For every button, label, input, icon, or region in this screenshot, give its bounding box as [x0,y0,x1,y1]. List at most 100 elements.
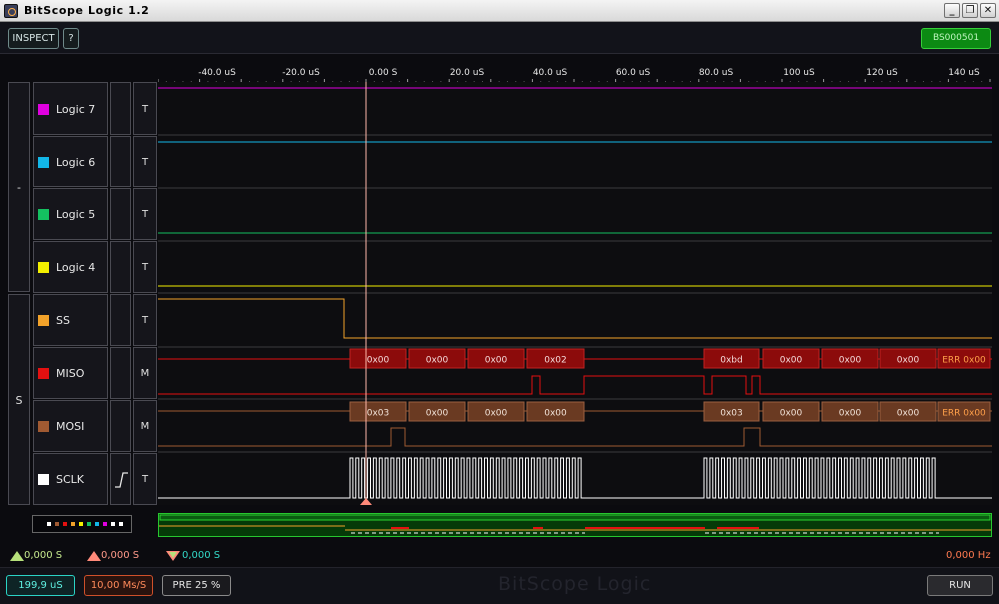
red-cursor-readout: 0,000 S [101,550,140,561]
title-bar: BitScope Logic 1.2 _ ❐ ✕ [0,0,999,22]
overview-channel-dot [87,522,91,526]
time-ruler: -40.0 uS -20.0 uS 0.00 S 20.0 uS 40.0 uS 60.0… [158,56,992,84]
device-serial-button[interactable]: BS000501 [921,28,991,49]
ruler-tick-label: 20.0 uS [449,68,485,78]
trigger-cell-mosi[interactable] [110,400,131,452]
mosi-decode-value: 0x00 [897,409,920,419]
overview-channel-dot [63,522,67,526]
channel-color-swatch[interactable] [38,262,49,273]
ruler-tick-label: 100 uS [783,68,815,78]
ruler-tick-label: 80.0 uS [698,68,734,78]
mode-cell-mosi[interactable]: M [133,400,157,452]
window-title: BitScope Logic 1.2 [24,4,150,17]
channel-label-logic-6[interactable]: Logic 6 [33,136,108,187]
mode-cell-logic-4[interactable]: T [133,241,157,293]
overview-channel-dot [47,522,51,526]
channel-label-logic-5[interactable]: Logic 5 [33,188,108,240]
channel-name: Logic 4 [56,261,96,274]
channel-color-swatch[interactable] [38,474,49,485]
channel-overview-legend [32,515,132,533]
channel-label-logic-7[interactable]: Logic 7 [33,82,108,135]
miso-decode-value: ERR 0x00 [942,356,986,366]
mode-cell-logic-5[interactable]: T [133,188,157,240]
overview-channel-dot [119,522,123,526]
trigger-cell-logic-7[interactable] [110,82,131,135]
trigger-cell-sclk[interactable] [110,453,131,505]
mosi-decode-value: 0x00 [839,409,862,419]
waveform-canvas: 0x00 0x00 0x00 0x02 0xbd 0x00 0x00 0x00 ERR 0x00… [158,82,992,505]
channel-color-swatch[interactable] [38,421,49,432]
miso-decode-value: 0x00 [780,356,803,366]
miso-decode-value: 0x00 [839,356,862,366]
ruler-tick-label: 40.0 uS [532,68,568,78]
mosi-decode-value: 0x00 [780,409,803,419]
channel-color-swatch[interactable] [38,315,49,326]
ruler-tick-label: -40.0 uS [198,68,236,78]
channel-label-mosi[interactable]: MOSI [33,400,108,452]
miso-decode-value: 0xbd [720,356,742,366]
overview-channel-dot [103,522,107,526]
channel-color-swatch[interactable] [38,209,49,220]
close-button[interactable]: ✕ [980,3,996,18]
channel-label-miso[interactable]: MISO [33,347,108,399]
trigger-cell-logic-5[interactable] [110,188,131,240]
mode-cell-miso[interactable]: M [133,347,157,399]
miso-trace [158,375,992,395]
red-cursor-icon [87,551,101,561]
overview-channel-dot [95,522,99,526]
mosi-decode-value: ERR 0x00 [942,409,986,419]
frequency-readout: 0,000 Hz [946,550,991,561]
trigger-cell-ss[interactable] [110,294,131,346]
duration-button[interactable]: 199,9 uS [6,575,75,596]
app-watermark: BitScope Logic [498,573,652,595]
bottom-control-bar: 199,9 uS 10,00 Ms/S PRE 25 % BitScope Lo… [0,567,999,604]
minimize-button[interactable]: _ [944,3,960,18]
bitscope-app-icon [4,4,18,18]
rising-edge-trigger-icon [115,472,128,488]
channel-color-swatch[interactable] [38,156,49,168]
cursor-status-bar: 0,000 S 0,000 S 0,000 S 0,000 Hz [0,545,999,567]
channel-name: MOSI [56,420,85,433]
pretrigger-button[interactable]: PRE 25 % [162,575,231,596]
mode-cell-logic-7[interactable]: T [133,82,157,135]
miso-decode-value: 0x00 [897,356,920,366]
mode-cell-logic-6[interactable]: T [133,136,157,187]
channel-label-ss[interactable]: SS [33,294,108,346]
miso-decode-value: 0x02 [544,356,567,366]
channel-color-swatch[interactable] [38,368,49,379]
inspect-button[interactable]: INSPECT [8,28,59,49]
mode-cell-sclk[interactable]: T [133,453,157,505]
timeline-overview[interactable] [158,513,992,537]
ruler-tick-label: 0.00 S [368,68,398,78]
group-spi[interactable]: S [8,294,30,505]
channel-color-swatch[interactable] [38,103,49,115]
mosi-decode-value: 0x00 [485,409,508,419]
toolbar: INSPECT ? [0,22,999,54]
mosi-decode-value: 0x03 [720,409,743,419]
trigger-cell-logic-4[interactable] [110,241,131,293]
mode-cell-ss[interactable]: T [133,294,157,346]
channel-label-sclk[interactable]: SCLK [33,453,108,505]
mosi-decode-value: 0x00 [426,409,449,419]
ss-trace [158,298,992,339]
waveform-display[interactable]: 0x00 0x00 0x00 0x02 0xbd 0x00 0x00 0x00 ERR 0x00… [158,82,992,505]
sclk-trace [158,457,992,499]
run-button[interactable]: RUN [927,575,993,596]
overview-color-dots [47,522,123,526]
trigger-cell-logic-6[interactable] [110,136,131,187]
overview-traces [159,514,991,534]
channel-label-logic-4[interactable]: Logic 4 [33,241,108,293]
mosi-decode-value: 0x03 [367,409,390,419]
overview-channel-dot [71,522,75,526]
sample-rate-button[interactable]: 10,00 Ms/S [84,575,153,596]
group-unassigned[interactable]: - [8,82,30,292]
help-button[interactable]: ? [63,28,79,49]
mosi-decode-value: 0x00 [544,409,567,419]
green-cursor-icon [10,551,24,561]
miso-decode-value: 0x00 [367,356,390,366]
channel-name: SCLK [56,473,85,486]
ruler-tick-label: -20.0 uS [282,68,320,78]
trigger-cell-miso[interactable] [110,347,131,399]
miso-decode-value: 0x00 [485,356,508,366]
maximize-button[interactable]: ❐ [962,3,978,18]
